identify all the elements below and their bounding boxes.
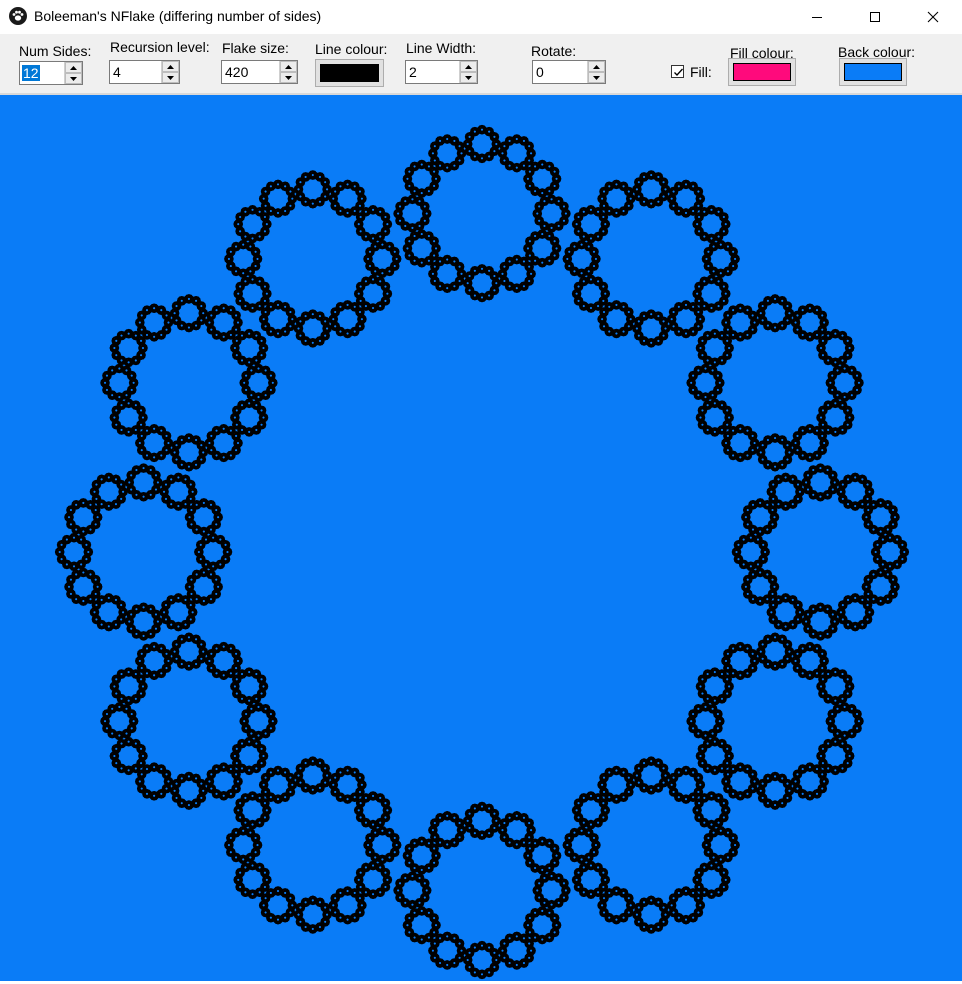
num-sides-label: Num Sides: — [19, 43, 91, 59]
arrow-up-icon — [285, 65, 292, 69]
close-icon — [927, 11, 939, 23]
arrow-up-icon — [167, 65, 174, 69]
maximize-icon — [869, 11, 881, 23]
line-width-up-button[interactable] — [460, 61, 477, 72]
toolbar: Num Sides: 12 Recursion level: 4 Flake s… — [0, 34, 962, 93]
flake-size-down-button[interactable] — [280, 72, 297, 83]
arrow-up-icon — [593, 65, 600, 69]
back-colour-swatch — [844, 63, 902, 81]
flake-size-up-button[interactable] — [280, 61, 297, 72]
num-sides-up-button[interactable] — [65, 62, 82, 73]
fill-colour-button[interactable] — [728, 58, 796, 86]
recursion-up-button[interactable] — [162, 61, 179, 72]
rotate-down-button[interactable] — [588, 72, 605, 83]
line-width-spinner[interactable]: 2 — [405, 60, 478, 84]
recursion-level-spinner[interactable]: 4 — [109, 60, 180, 84]
fill-colour-swatch — [733, 63, 791, 81]
fractal-circles — [56, 126, 908, 978]
arrow-down-icon — [285, 76, 292, 80]
maximize-button[interactable] — [852, 0, 898, 34]
drawing-canvas[interactable] — [0, 95, 962, 981]
arrow-down-icon — [167, 76, 174, 80]
recursion-level-value[interactable]: 4 — [112, 64, 122, 80]
checkmark-icon — [672, 66, 685, 79]
line-width-value[interactable]: 2 — [408, 64, 418, 80]
num-sides-spinner[interactable]: 12 — [19, 61, 83, 85]
num-sides-down-button[interactable] — [65, 73, 82, 84]
line-colour-swatch — [320, 64, 379, 82]
title-bar: Boleeman's NFlake (differing number of s… — [0, 0, 962, 34]
arrow-up-icon — [70, 66, 77, 70]
rotate-value[interactable]: 0 — [535, 64, 545, 80]
rotate-spinner[interactable]: 0 — [532, 60, 606, 84]
close-button[interactable] — [910, 0, 956, 34]
minimize-icon — [811, 11, 823, 23]
window-title: Boleeman's NFlake (differing number of s… — [34, 8, 321, 24]
line-width-down-button[interactable] — [460, 72, 477, 83]
arrow-down-icon — [70, 77, 77, 81]
fill-label[interactable]: Fill: — [690, 64, 712, 80]
recursion-down-button[interactable] — [162, 72, 179, 83]
flake-size-value[interactable]: 420 — [224, 64, 249, 80]
paw-icon — [9, 7, 27, 25]
arrow-down-icon — [593, 76, 600, 80]
flake-size-label: Flake size: — [222, 40, 289, 56]
recursion-level-label: Recursion level: — [110, 39, 210, 55]
fill-checkbox[interactable] — [671, 65, 684, 78]
rotate-label: Rotate: — [531, 43, 576, 59]
minimize-button[interactable] — [794, 0, 840, 34]
flake-size-spinner[interactable]: 420 — [221, 60, 298, 84]
arrow-up-icon — [465, 65, 472, 69]
rotate-up-button[interactable] — [588, 61, 605, 72]
nflake-fractal — [0, 95, 962, 981]
arrow-down-icon — [465, 76, 472, 80]
num-sides-value[interactable]: 12 — [22, 65, 40, 81]
line-colour-button[interactable] — [315, 59, 384, 87]
line-colour-label: Line colour: — [315, 41, 387, 57]
back-colour-button[interactable] — [839, 58, 907, 86]
line-width-label: Line Width: — [406, 40, 476, 56]
